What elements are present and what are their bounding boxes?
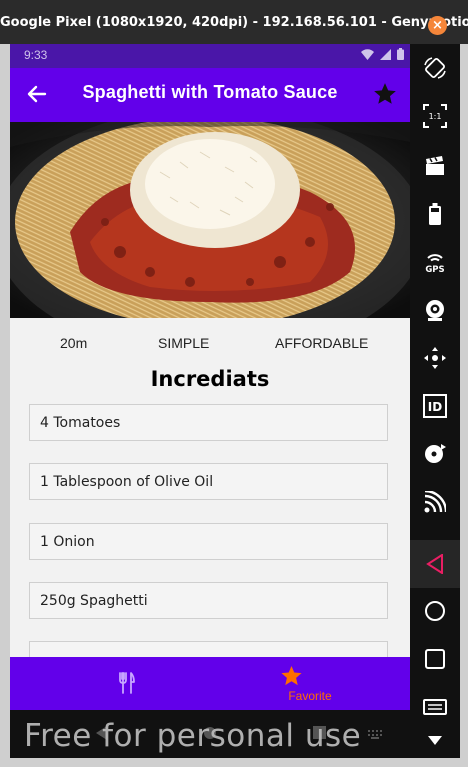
window-title: Google Pixel (1080x1920, 420dpi) - 192.1… <box>0 15 468 30</box>
disk-icon <box>425 444 446 463</box>
ratio-label: 1:1 <box>429 112 442 121</box>
emulator-toolbar: 1:1 GPS ID <box>410 44 460 758</box>
camera-button[interactable] <box>410 288 460 332</box>
camera-icon <box>426 300 444 321</box>
meal-meta: 20m SIMPLE AFFORDABLE <box>10 318 410 366</box>
ingredients-heading: Incrediats <box>150 367 270 391</box>
status-icons <box>361 48 404 60</box>
restaurant-icon <box>119 672 135 694</box>
bottom-navigation: Favorite <box>10 657 410 710</box>
status-bar: 9:33 <box>10 44 410 68</box>
star-icon <box>281 665 302 686</box>
toolbar-more-button[interactable] <box>410 722 460 758</box>
meal-complexity: SIMPLE <box>158 335 210 351</box>
wifi-icon <box>361 48 374 60</box>
chevron-down-icon <box>428 735 442 745</box>
battery-icon <box>429 203 441 225</box>
capture-icon <box>426 156 444 175</box>
meal-duration: 20m <box>60 335 88 351</box>
phone-screen: 9:33 Spaghetti with Tomato Sauce 20m SIM… <box>10 44 410 758</box>
navigation-button[interactable] <box>410 336 460 380</box>
tab-favorite-label: Favorite <box>288 689 332 703</box>
gps-icon: GPS <box>425 254 445 275</box>
meal-image <box>10 122 410 318</box>
recents-square-icon <box>425 649 445 669</box>
close-button[interactable]: × <box>428 16 447 35</box>
id-label: ID <box>428 400 442 414</box>
rotate-button[interactable] <box>410 46 460 90</box>
gps-button[interactable]: GPS <box>410 240 460 284</box>
signal-icon <box>380 48 391 60</box>
tab-meals[interactable] <box>10 657 210 710</box>
device-id-button[interactable]: ID <box>410 384 460 428</box>
gps-label: GPS <box>425 265 444 275</box>
back-triangle-icon <box>426 554 443 574</box>
ingredient-item: 4 Tomatoes <box>29 404 388 441</box>
device-id-icon: ID <box>423 394 447 418</box>
android-home-button[interactable] <box>410 589 460 633</box>
ingredient-item: 1 Onion <box>29 523 388 560</box>
keyboard-icon[interactable] <box>368 730 382 739</box>
tab-favorite[interactable]: Favorite <box>210 657 410 710</box>
capture-button[interactable] <box>410 144 460 188</box>
disk-button[interactable] <box>410 432 460 476</box>
emulator-titlebar: Google Pixel (1080x1920, 420dpi) - 192.1… <box>0 0 468 44</box>
navigation-icon <box>424 347 446 369</box>
home-circle-icon <box>425 601 445 621</box>
window-border <box>460 44 468 758</box>
battery-status-icon <box>397 48 404 60</box>
pixel-perfect-button[interactable]: 1:1 <box>410 94 460 138</box>
cast-button[interactable] <box>410 480 460 524</box>
meal-affordability: AFFORDABLE <box>275 335 369 351</box>
ingredient-item: 1 Tablespoon of Olive Oil <box>29 463 388 500</box>
status-time: 9:33 <box>24 48 48 62</box>
ingredient-item: 250g Spaghetti <box>29 582 388 619</box>
favorite-star-icon[interactable] <box>372 81 398 107</box>
watermark-text: Free for personal use <box>24 718 362 754</box>
app-bar: Spaghetti with Tomato Sauce <box>10 68 410 122</box>
cast-icon <box>424 491 446 513</box>
android-recents-button[interactable] <box>410 637 460 681</box>
rotate-icon <box>424 57 446 79</box>
pixel-perfect-icon: 1:1 <box>423 104 447 128</box>
menu-icon <box>423 699 447 715</box>
battery-button[interactable] <box>410 192 460 236</box>
page-title: Spaghetti with Tomato Sauce <box>82 82 338 102</box>
android-back-button[interactable] <box>410 540 460 588</box>
